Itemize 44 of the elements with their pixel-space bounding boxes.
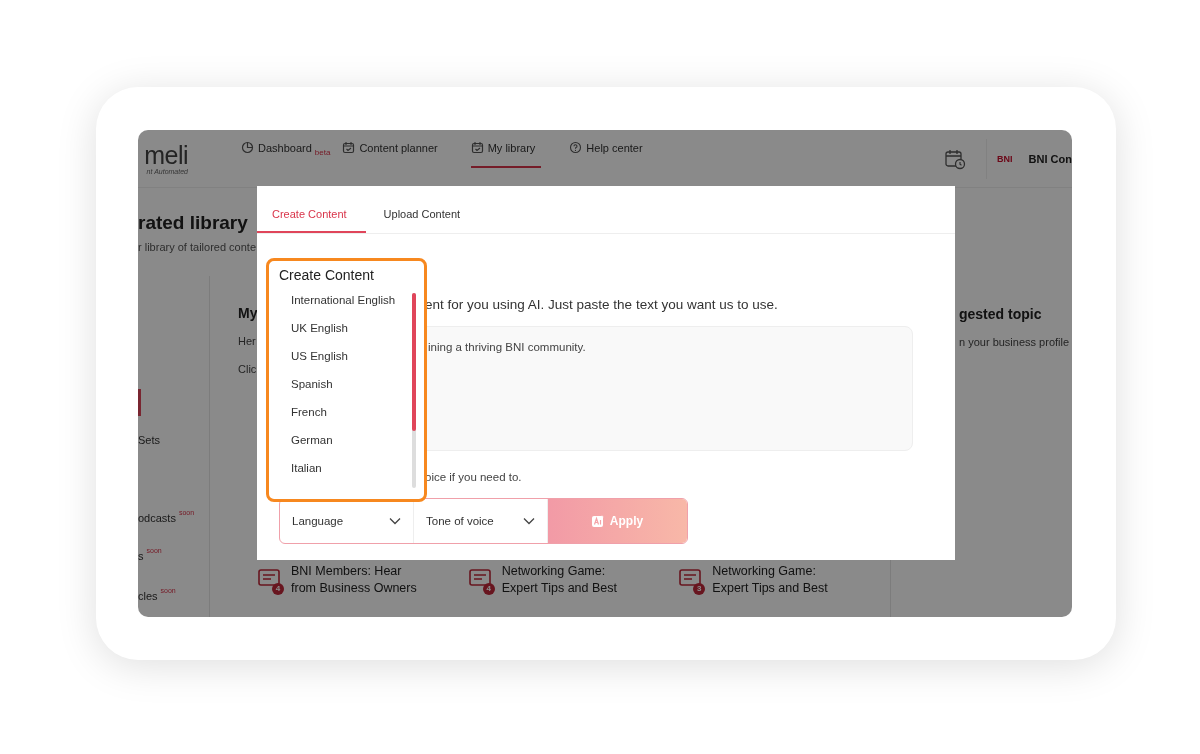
- menu-option[interactable]: French: [291, 405, 412, 433]
- logo-text: meli: [144, 142, 188, 168]
- ai-icon: [591, 515, 604, 527]
- section-text: Her: [238, 334, 256, 349]
- help-icon: [569, 141, 583, 154]
- menu-option[interactable]: Italian: [291, 461, 412, 489]
- count-badge: 4: [272, 583, 284, 595]
- card-title[interactable]: Networking Game: Expert Tips and Best: [501, 563, 630, 597]
- document-icon: [258, 569, 280, 589]
- section-heading: My: [238, 305, 258, 321]
- calendar-icon: [342, 141, 356, 154]
- count-badge: 4: [482, 583, 495, 595]
- section-text: Clic: [238, 362, 257, 377]
- nav-link[interactable]: My library: [470, 130, 542, 168]
- pie-chart-icon: [241, 141, 254, 154]
- nav-link[interactable]: Content planner: [342, 130, 438, 168]
- page-title: rated library: [138, 212, 248, 234]
- tab[interactable]: Create Content: [257, 186, 366, 233]
- tab[interactable]: Upload Content: [365, 186, 479, 233]
- count-badge: 3: [693, 583, 706, 595]
- sidebar-item[interactable]: Sets: [138, 434, 160, 446]
- brand-logo: BNI: [997, 153, 1013, 164]
- card-title[interactable]: BNI Members: Hear from Business Owners: [291, 563, 419, 597]
- chevron-down-icon: [389, 517, 401, 525]
- panel-text: n your business profile: [959, 336, 1071, 348]
- chevron-down-icon: [523, 517, 535, 525]
- menu-option[interactable]: US English: [291, 349, 412, 377]
- account-name: BNI Con: [1028, 152, 1072, 165]
- calendar-icon: [470, 141, 484, 154]
- sidebar-item[interactable]: s: [138, 550, 144, 562]
- sidebar-item[interactable]: odcasts: [138, 512, 176, 524]
- calendar-clock-icon: [944, 147, 967, 170]
- menu-option[interactable]: Spanish: [291, 377, 412, 405]
- document-icon: [468, 569, 491, 589]
- selected-item-marker: [138, 389, 141, 416]
- menu-title: Create Content: [279, 267, 375, 283]
- menu-option[interactable]: International English: [291, 293, 412, 321]
- page-subtitle: r library of tailored conte: [138, 240, 256, 254]
- nav-link[interactable]: Help center: [569, 130, 643, 168]
- card-title[interactable]: Networking Game: Expert Tips and Best: [712, 563, 841, 597]
- scrollbar[interactable]: [412, 293, 416, 488]
- sidebar-item[interactable]: cles: [138, 590, 158, 602]
- document-icon: [679, 569, 702, 589]
- panel-heading: gested topic: [959, 306, 1043, 322]
